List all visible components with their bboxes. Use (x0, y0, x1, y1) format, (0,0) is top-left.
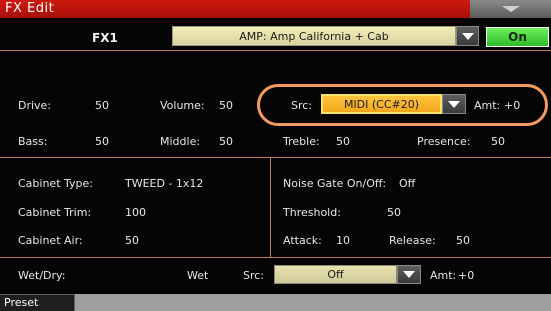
page-title: FX Edit (5, 1, 55, 16)
wetdry-src-dropdown-button[interactable] (397, 265, 421, 284)
cabinet-trim-label: Cabinet Trim: (18, 206, 92, 219)
wetdry-label: Wet/Dry: (18, 269, 66, 282)
release-value[interactable]: 50 (456, 234, 470, 247)
divider (0, 257, 551, 258)
mod-src-dropdown-button[interactable] (442, 94, 466, 114)
drive-label: Drive: (18, 99, 52, 112)
chevron-down-icon (448, 101, 460, 108)
middle-label: Middle: (160, 135, 201, 148)
cabinet-air-value[interactable]: 50 (125, 234, 139, 247)
bass-label: Bass: (18, 135, 48, 148)
mod-src-value: MIDI (CC#20) (343, 97, 420, 111)
bass-value[interactable]: 50 (95, 135, 109, 148)
chevron-down-icon (462, 33, 474, 40)
attack-label: Attack: (283, 234, 322, 247)
release-label: Release: (389, 234, 436, 247)
mod-src-label: Src: (291, 99, 313, 112)
footer-bar (0, 294, 551, 311)
divider (270, 157, 271, 257)
cabinet-air-label: Cabinet Air: (18, 234, 83, 247)
treble-label: Treble: (283, 135, 320, 148)
menu-triangle-icon (502, 6, 520, 12)
wetdry-src-selector[interactable]: Off (274, 265, 397, 284)
wetdry-amt-value[interactable]: +0 (458, 269, 474, 282)
amp-model-value: AMP: Amp California + Cab (239, 29, 389, 43)
divider (0, 50, 551, 51)
tab-preset[interactable]: Preset (0, 294, 75, 311)
cabinet-trim-value[interactable]: 100 (125, 206, 146, 219)
noise-gate-label: Noise Gate On/Off: (283, 177, 387, 190)
divider (0, 157, 551, 158)
volume-label: Volume: (160, 99, 205, 112)
wetdry-src-label: Src: (243, 269, 265, 282)
mod-amt-label: Amt: (474, 99, 501, 112)
cabinet-type-label: Cabinet Type: (18, 177, 93, 190)
chevron-down-icon (403, 271, 415, 278)
title-bar (0, 0, 551, 18)
noise-gate-value[interactable]: Off (399, 177, 415, 190)
fx-on-button[interactable]: On (486, 27, 549, 47)
amp-model-selector[interactable]: AMP: Amp California + Cab (172, 26, 456, 46)
wetdry-src-value: Off (327, 268, 344, 281)
fx-label: FX1 (92, 31, 118, 45)
mod-src-selector[interactable]: MIDI (CC#20) (321, 94, 442, 114)
wetdry-amt-label: Amt: (430, 269, 457, 282)
volume-value[interactable]: 50 (219, 99, 233, 112)
attack-value[interactable]: 10 (336, 234, 350, 247)
middle-value[interactable]: 50 (219, 135, 233, 148)
drive-value[interactable]: 50 (95, 99, 109, 112)
wetdry-value[interactable]: Wet (187, 269, 208, 282)
threshold-label: Threshold: (283, 206, 341, 219)
presence-value[interactable]: 50 (491, 135, 505, 148)
page-menu-button[interactable] (470, 0, 551, 18)
cabinet-type-value[interactable]: TWEED - 1x12 (125, 177, 203, 190)
mod-amt-value[interactable]: +0 (504, 99, 520, 112)
treble-value[interactable]: 50 (336, 135, 350, 148)
amp-model-dropdown-button[interactable] (456, 26, 479, 46)
presence-label: Presence: (417, 135, 471, 148)
threshold-value[interactable]: 50 (387, 206, 401, 219)
